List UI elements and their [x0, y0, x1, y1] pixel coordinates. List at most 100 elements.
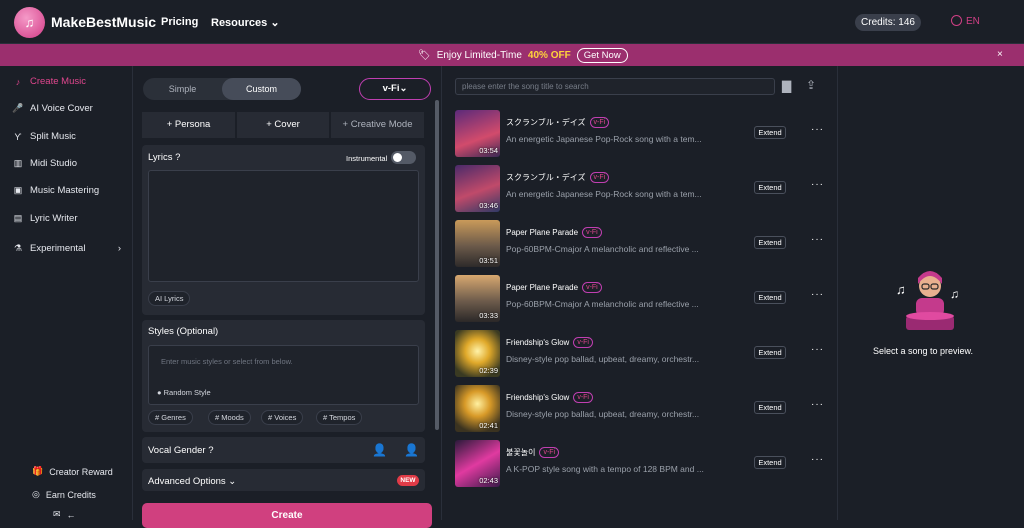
- sidebar-item-ai-voice-cover[interactable]: 🎤 AI Voice Cover: [12, 103, 92, 114]
- tag-icon: 🏷: [418, 50, 431, 61]
- song-description: An energetic Japanese Pop-Rock song with…: [506, 134, 702, 144]
- song-description: Pop-60BPM-Cmajor A melancholic and refle…: [506, 299, 699, 309]
- sidebar-footer-icons: ✉ ←: [53, 509, 76, 520]
- svg-text:♫: ♫: [896, 282, 906, 297]
- preview-hint: Select a song to preview.: [873, 346, 974, 356]
- song-thumbnail[interactable]: 03:33: [455, 275, 500, 322]
- document-icon: ▤: [13, 213, 23, 223]
- song-title: スクランブル・デイズ v-Fi: [506, 117, 610, 128]
- song-duration: 02:43: [479, 476, 498, 485]
- voices-chip[interactable]: # Voices: [261, 410, 304, 425]
- song-row[interactable]: 02:39 Friendship's Glow v-Fi Disney-style…: [455, 330, 835, 377]
- chevron-down-icon: ⌄: [270, 17, 280, 29]
- ai-lyrics-button[interactable]: AI Lyrics: [148, 291, 191, 306]
- sidebar-item-create-music[interactable]: ♪ Create Music: [13, 76, 86, 87]
- dice-icon: ●: [157, 388, 162, 397]
- new-badge: NEW: [397, 475, 419, 486]
- song-description: Pop-60BPM-Cmajor A melancholic and refle…: [506, 244, 699, 254]
- nav-resources[interactable]: Resources ⌄: [211, 16, 280, 29]
- brand-name[interactable]: MakeBestMusic: [51, 14, 156, 30]
- extend-button[interactable]: Extend: [754, 456, 786, 469]
- song-row[interactable]: 03:51 Paper Plane Parade v-Fi Pop-60BPM-C…: [455, 220, 835, 267]
- song-row[interactable]: 03:54 スクランブル・デイズ v-Fi An energetic Japane…: [455, 110, 835, 157]
- random-style-button[interactable]: ● Random Style: [157, 388, 211, 397]
- song-thumbnail[interactable]: 03:46: [455, 165, 500, 212]
- help-icon[interactable]: ?: [208, 445, 213, 456]
- song-description: An energetic Japanese Pop-Rock song with…: [506, 189, 702, 199]
- instrumental-toggle[interactable]: [391, 151, 416, 164]
- sidebar-item-split-music[interactable]: ϒ Split Music: [13, 131, 76, 142]
- persona-button[interactable]: + Persona: [142, 112, 235, 138]
- genres-chip[interactable]: # Genres: [148, 410, 193, 425]
- mode-simple-tab[interactable]: Simple: [143, 78, 222, 100]
- mail-icon[interactable]: ✉: [53, 509, 61, 520]
- more-options-icon[interactable]: ···: [811, 289, 824, 300]
- extend-button[interactable]: Extend: [754, 291, 786, 304]
- sidebar-item-experimental[interactable]: ⚗ Experimental ›: [13, 243, 121, 254]
- sidebar-item-music-mastering[interactable]: ▣ Music Mastering: [13, 185, 99, 196]
- extend-button[interactable]: Extend: [754, 346, 786, 359]
- moods-chip[interactable]: # Moods: [208, 410, 251, 425]
- extend-button[interactable]: Extend: [754, 181, 786, 194]
- piano-icon: ▥: [13, 158, 23, 168]
- mode-custom-tab[interactable]: Custom: [222, 78, 301, 100]
- more-options-icon[interactable]: ···: [811, 454, 824, 465]
- song-thumbnail[interactable]: 02:41: [455, 385, 500, 432]
- cover-button[interactable]: + Cover: [237, 112, 329, 138]
- promo-banner: 🏷 Enjoy Limited-Time 40% OFF Get Now ×: [0, 44, 1024, 66]
- song-row[interactable]: 02:41 Friendship's Glow v-Fi Disney-style…: [455, 385, 835, 432]
- lyrics-textarea[interactable]: [148, 170, 419, 282]
- creator-reward-link[interactable]: 🎁 Creator Reward: [32, 466, 113, 477]
- upload-icon[interactable]: ⇪: [806, 78, 816, 92]
- song-search-input[interactable]: please enter the song title to search: [455, 78, 775, 95]
- more-options-icon[interactable]: ···: [811, 234, 824, 245]
- song-row[interactable]: 03:46 スクランブル・デイズ v-Fi An energetic Japane…: [455, 165, 835, 212]
- promo-text: Enjoy Limited-Time: [436, 50, 522, 61]
- song-row[interactable]: 02:43 불꽃놀이 v-Fi A K-POP style song with a…: [455, 440, 835, 487]
- more-options-icon[interactable]: ···: [811, 179, 824, 190]
- more-options-icon[interactable]: ···: [811, 399, 824, 410]
- credits-badge[interactable]: Credits: 146: [855, 14, 921, 31]
- nav-pricing[interactable]: Pricing: [161, 16, 198, 28]
- lyrics-label: Lyrics ?: [148, 152, 181, 163]
- earn-credits-link[interactable]: ◎ Earn Credits: [32, 489, 96, 500]
- song-duration: 03:46: [479, 201, 498, 210]
- song-description: Disney-style pop ballad, upbeat, dreamy,…: [506, 409, 700, 419]
- arrow-left-icon[interactable]: ←: [67, 510, 76, 520]
- get-now-button[interactable]: Get Now: [576, 48, 628, 63]
- more-options-icon[interactable]: ···: [811, 344, 824, 355]
- song-title: Friendship's Glow v-Fi: [506, 337, 593, 348]
- brand-logo-icon[interactable]: ♫: [14, 7, 45, 38]
- song-thumbnail[interactable]: 02:43: [455, 440, 500, 487]
- sidebar-item-midi-studio[interactable]: ▥ Midi Studio: [13, 158, 77, 169]
- model-tag: v-Fi: [582, 227, 602, 238]
- model-tag: v-Fi: [589, 172, 610, 183]
- promo-discount: 40% OFF: [527, 50, 571, 61]
- extend-button[interactable]: Extend: [754, 126, 786, 139]
- song-thumbnail[interactable]: 03:51: [455, 220, 500, 267]
- song-thumbnail[interactable]: 03:54: [455, 110, 500, 157]
- coins-icon: ◎: [32, 489, 40, 499]
- song-title: スクランブル・デイズ v-Fi: [506, 172, 610, 183]
- model-selector[interactable]: v-Fi⌄: [359, 78, 431, 100]
- chevron-right-icon: ›: [117, 243, 121, 254]
- language-selector[interactable]: EN: [951, 15, 980, 27]
- sidebar-item-lyric-writer[interactable]: ▤ Lyric Writer: [13, 213, 78, 224]
- create-button[interactable]: Create: [142, 503, 432, 528]
- male-voice-icon[interactable]: 👤: [372, 443, 387, 457]
- split-icon: ϒ: [14, 131, 22, 142]
- extend-button[interactable]: Extend: [754, 401, 786, 414]
- advanced-options-label[interactable]: Advanced Options ⌄: [148, 476, 236, 487]
- folder-add-icon[interactable]: ▇: [782, 79, 791, 93]
- tempos-chip[interactable]: # Tempos: [316, 410, 363, 425]
- extend-button[interactable]: Extend: [754, 236, 786, 249]
- female-voice-icon[interactable]: 👤: [404, 443, 419, 457]
- form-scrollbar[interactable]: [435, 100, 439, 430]
- help-icon[interactable]: ?: [175, 152, 180, 163]
- song-row[interactable]: 03:33 Paper Plane Parade v-Fi Pop-60BPM-C…: [455, 275, 835, 322]
- close-icon[interactable]: ×: [997, 49, 1003, 60]
- song-description: A K-POP style song with a tempo of 128 B…: [506, 464, 704, 474]
- creative-mode-button[interactable]: + Creative Mode: [331, 112, 424, 138]
- more-options-icon[interactable]: ···: [811, 124, 824, 135]
- song-thumbnail[interactable]: 02:39: [455, 330, 500, 377]
